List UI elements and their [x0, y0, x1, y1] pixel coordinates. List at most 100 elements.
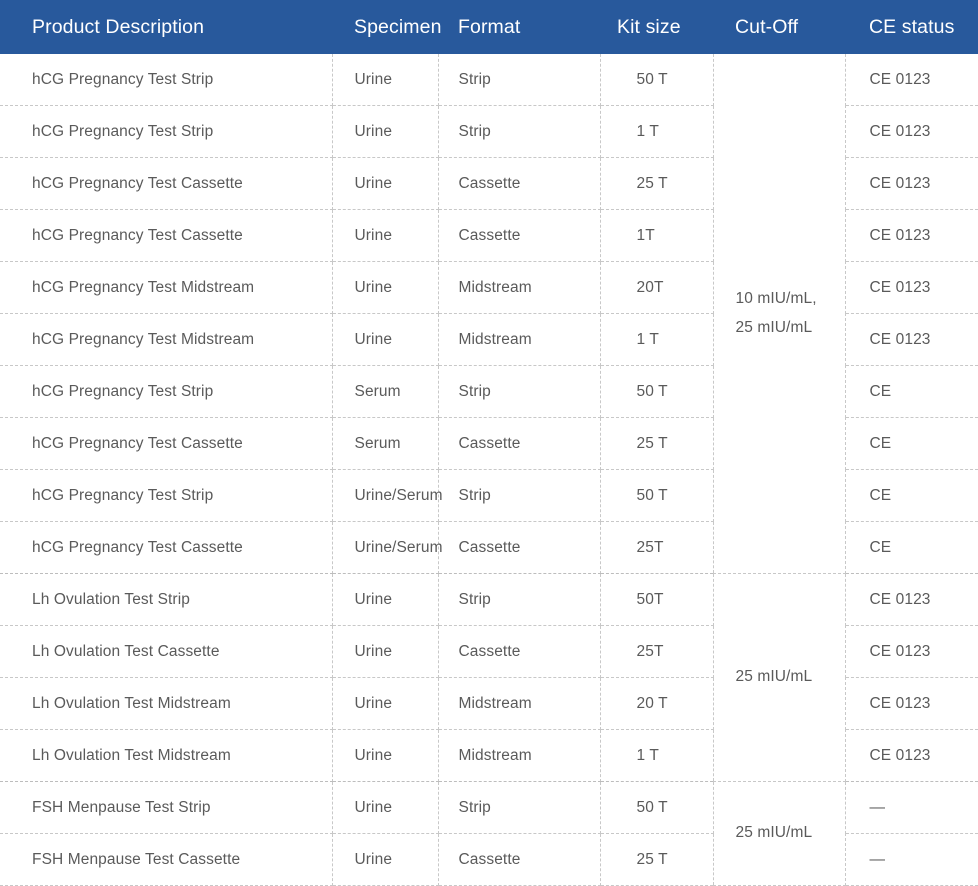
- cell-format: Cassette: [438, 521, 601, 574]
- cell-kit-size: 50 T: [600, 469, 714, 522]
- cell-kit-size: 50 T: [600, 54, 714, 106]
- cell-kit-size: 20T: [600, 261, 714, 314]
- cell-ce-status: CE: [845, 365, 978, 418]
- cut-off-line-1: 25 mIU/mL: [735, 824, 813, 842]
- cell-specimen: Urine/Serum: [332, 469, 443, 522]
- cell-kit-size: 1 T: [600, 313, 714, 366]
- cell-format: Midstream: [438, 261, 601, 314]
- cell-format: Strip: [438, 781, 601, 834]
- column-header-format: Format: [458, 15, 521, 38]
- column-header-kit-size: Kit size: [617, 15, 681, 38]
- column-header-cut-off: Cut-Off: [735, 15, 799, 38]
- table-row: FSH Menpause Test Strip Urine Strip 50 T 25 …: [0, 781, 978, 886]
- cell-ce-status: CE 0123: [845, 573, 978, 626]
- cell-ce-status: CE 0123: [845, 261, 978, 314]
- table-row: hCG Pregnancy Test Strip Urine Strip 50 T 10…: [0, 54, 978, 574]
- cell-format: Cassette: [438, 833, 601, 886]
- cell-ce-status: CE: [845, 469, 978, 522]
- cell-product-description: hCG Pregnancy Test Strip: [0, 469, 333, 522]
- cell-specimen: Urine: [332, 677, 439, 730]
- cut-off-line-1: 25 mIU/mL: [735, 668, 813, 686]
- cell-product-description: hCG Pregnancy Test Cassette: [0, 209, 333, 262]
- column-header-product-description: Product Description: [32, 15, 205, 38]
- cell-cut-off: 25 mIU/mL: [713, 573, 846, 782]
- cell-kit-size: 25 T: [600, 417, 714, 470]
- cell-specimen: Serum: [332, 417, 439, 470]
- cell-ce-status: —: [845, 833, 978, 886]
- cell-ce-status: CE: [845, 417, 978, 470]
- product-specification-table: Product Description Specimen Format Kit …: [0, 0, 978, 886]
- cell-kit-size: 1T: [600, 209, 714, 262]
- table-header-row: Product Description Specimen Format Kit …: [0, 0, 978, 54]
- cell-specimen: Urine: [332, 157, 439, 210]
- cell-specimen: Urine: [332, 209, 439, 262]
- cell-specimen: Urine: [332, 54, 439, 106]
- cell-ce-status: CE: [845, 521, 978, 574]
- cell-product-description: Lh Ovulation Test Midstream: [0, 729, 333, 782]
- cell-ce-status: CE 0123: [845, 677, 978, 730]
- cell-specimen: Urine: [332, 261, 439, 314]
- cell-product-description: Lh Ovulation Test Midstream: [0, 677, 333, 730]
- column-header-ce-status: CE status: [869, 15, 955, 38]
- table-header: Product Description Specimen Format Kit …: [0, 0, 978, 54]
- cell-kit-size: 25 T: [600, 833, 714, 886]
- cell-format: Strip: [438, 573, 601, 626]
- cell-product-description: hCG Pregnancy Test Cassette: [0, 417, 333, 470]
- cell-product-description: hCG Pregnancy Test Cassette: [0, 521, 333, 574]
- cell-specimen: Urine: [332, 105, 439, 158]
- cell-specimen: Serum: [332, 365, 439, 418]
- cell-specimen: Urine/Serum: [332, 521, 443, 574]
- cell-format: Cassette: [438, 625, 601, 678]
- cell-kit-size: 50T: [600, 573, 714, 626]
- cell-product-description: hCG Pregnancy Test Midstream: [0, 261, 333, 314]
- cell-format: Cassette: [438, 417, 601, 470]
- cell-specimen: Urine: [332, 573, 439, 626]
- cell-kit-size: 25T: [600, 521, 714, 574]
- cell-ce-status: CE 0123: [845, 157, 978, 210]
- cell-kit-size: 1 T: [600, 729, 714, 782]
- cell-specimen: Urine: [332, 313, 439, 366]
- cut-off-line-2: 25 mIU/mL: [735, 318, 813, 336]
- cell-cut-off: 10 mIU/mL, 25 mIU/mL: [713, 54, 846, 574]
- cell-format: Strip: [438, 54, 601, 106]
- cell-product-description: Lh Ovulation Test Cassette: [0, 625, 333, 678]
- cell-ce-status: CE 0123: [845, 729, 978, 782]
- cell-format: Cassette: [438, 157, 601, 210]
- cell-ce-status: CE 0123: [845, 209, 978, 262]
- cell-specimen: Urine: [332, 729, 439, 782]
- cell-product-description: hCG Pregnancy Test Strip: [0, 365, 333, 418]
- cell-product-description: Lh Ovulation Test Strip: [0, 573, 333, 626]
- cell-ce-status: CE 0123: [845, 105, 978, 158]
- cell-product-description: hCG Pregnancy Test Midstream: [0, 313, 333, 366]
- cell-kit-size: 1 T: [600, 105, 714, 158]
- cell-kit-size: 25T: [600, 625, 714, 678]
- table-row: Lh Ovulation Test Strip Urine Strip 50T 25 m…: [0, 573, 978, 782]
- cell-product-description: FSH Menpause Test Strip: [0, 781, 333, 834]
- cell-kit-size: 25 T: [600, 157, 714, 210]
- cell-format: Strip: [438, 365, 601, 418]
- cell-specimen: Urine: [332, 781, 439, 834]
- cell-format: Strip: [438, 105, 601, 158]
- cell-specimen: Urine: [332, 833, 439, 886]
- cell-format: Cassette: [438, 209, 601, 262]
- cut-off-line-1: 10 mIU/mL,: [735, 289, 817, 307]
- cell-kit-size: 20 T: [600, 677, 714, 730]
- cell-product-description: FSH Menpause Test Cassette: [0, 833, 333, 886]
- cell-format: Strip: [438, 469, 601, 522]
- cell-format: Midstream: [438, 729, 601, 782]
- cell-kit-size: 50 T: [600, 781, 714, 834]
- cell-ce-status: —: [845, 781, 978, 834]
- cell-ce-status: CE 0123: [845, 54, 978, 106]
- table-body: hCG Pregnancy Test Strip Urine Strip 50 T 10…: [0, 54, 978, 886]
- cell-kit-size: 50 T: [600, 365, 714, 418]
- cell-specimen: Urine: [332, 625, 439, 678]
- cell-product-description: hCG Pregnancy Test Strip: [0, 54, 333, 106]
- cell-product-description: hCG Pregnancy Test Cassette: [0, 157, 333, 210]
- cell-format: Midstream: [438, 677, 601, 730]
- cell-format: Midstream: [438, 313, 601, 366]
- cell-ce-status: CE 0123: [845, 313, 978, 366]
- spec-table-container: Product Description Specimen Format Kit …: [0, 0, 978, 886]
- column-header-specimen: Specimen: [354, 15, 442, 38]
- cell-ce-status: CE 0123: [845, 625, 978, 678]
- cell-product-description: hCG Pregnancy Test Strip: [0, 105, 333, 158]
